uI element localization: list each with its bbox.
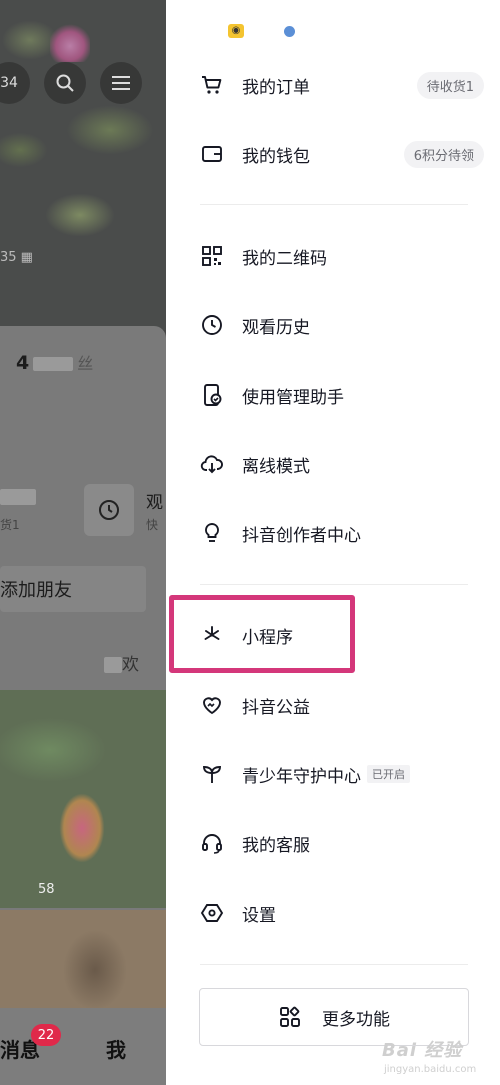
likes-tab[interactable]: 欢 bbox=[104, 650, 139, 675]
hexagon-settings-icon bbox=[200, 901, 224, 925]
watermark-url: jingyan.baidu.com bbox=[384, 1064, 477, 1075]
tab-me[interactable]: 我 bbox=[106, 1034, 126, 1063]
search-button[interactable] bbox=[44, 62, 86, 104]
hamburger-icon bbox=[112, 76, 130, 90]
browser-notification-icon bbox=[284, 25, 295, 37]
order-sub: 货1 bbox=[0, 518, 20, 532]
video-thumbnail[interactable] bbox=[0, 690, 166, 908]
video-thumbnail[interactable] bbox=[0, 910, 166, 1010]
status-icons: ◉ bbox=[228, 24, 295, 38]
side-drawer: ◉ 我的订单 待收货1 我的钱包 6积分待领 我的二维码 观看历史 使用管理助手… bbox=[166, 0, 500, 1085]
menu-item-creator-center[interactable]: 抖音创作者中心 bbox=[200, 513, 480, 553]
menu-item-charity[interactable]: 抖音公益 bbox=[200, 685, 480, 725]
phone-check-icon bbox=[200, 383, 224, 407]
menu-item-orders[interactable]: 我的订单 待收货1 bbox=[200, 65, 484, 105]
heart-icon bbox=[200, 693, 224, 717]
grid-icon bbox=[278, 1005, 302, 1029]
divider bbox=[200, 204, 468, 205]
menu-item-customer-service[interactable]: 我的客服 bbox=[200, 823, 480, 863]
background-profile-page: 34 35 ▦ 4丝 货1 观 快 添加朋友 欢 58 消息 22 我 bbox=[0, 0, 166, 1085]
watch-fragment: 观 bbox=[146, 493, 163, 513]
search-icon bbox=[56, 74, 74, 92]
lotus-image bbox=[50, 22, 90, 62]
watermark: Bai 经验 bbox=[382, 1040, 463, 1061]
wallet-icon bbox=[200, 142, 224, 166]
clock-icon bbox=[200, 313, 224, 337]
cloud-download-icon bbox=[200, 452, 224, 476]
menu-item-watch-history[interactable]: 观看历史 bbox=[200, 305, 480, 345]
divider bbox=[200, 964, 468, 965]
qrcode-icon bbox=[200, 244, 224, 268]
messages-badge: 22 bbox=[31, 1024, 61, 1046]
points-badge: 6积分待领 bbox=[403, 141, 484, 168]
divider bbox=[200, 584, 468, 585]
profile-name: 4丝 bbox=[16, 352, 94, 374]
sprout-icon bbox=[200, 762, 224, 786]
history-shortcut[interactable] bbox=[84, 484, 134, 536]
headset-icon bbox=[200, 831, 224, 855]
mini-program-highlight-box bbox=[169, 595, 355, 673]
order-fragment[interactable] bbox=[0, 487, 36, 507]
menu-item-offline-mode[interactable]: 离线模式 bbox=[200, 444, 480, 484]
menu-item-usage-assistant[interactable]: 使用管理助手 bbox=[200, 375, 480, 415]
menu-item-settings[interactable]: 设置 bbox=[200, 893, 480, 933]
fast-fragment: 快 bbox=[146, 518, 159, 532]
menu-item-wallet[interactable]: 我的钱包 6积分待领 bbox=[200, 134, 484, 174]
lightbulb-icon bbox=[200, 521, 224, 545]
add-friend-button[interactable]: 添加朋友 bbox=[0, 566, 146, 612]
cart-icon bbox=[200, 73, 224, 97]
menu-item-qrcode[interactable]: 我的二维码 bbox=[200, 236, 480, 276]
status-badge: 已开启 bbox=[367, 765, 410, 783]
thumbnail-like-count: 58 bbox=[38, 882, 55, 897]
visitor-count: 34 bbox=[0, 75, 18, 91]
menu-item-youth-protection[interactable]: 青少年守护中心 已开启 bbox=[200, 754, 480, 794]
app-notification-icon: ◉ bbox=[228, 24, 244, 38]
id-count-text: 35 ▦ bbox=[0, 250, 33, 265]
clock-icon bbox=[99, 500, 119, 520]
pending-receipt-badge: 待收货1 bbox=[416, 72, 484, 99]
menu-button[interactable] bbox=[100, 62, 142, 104]
